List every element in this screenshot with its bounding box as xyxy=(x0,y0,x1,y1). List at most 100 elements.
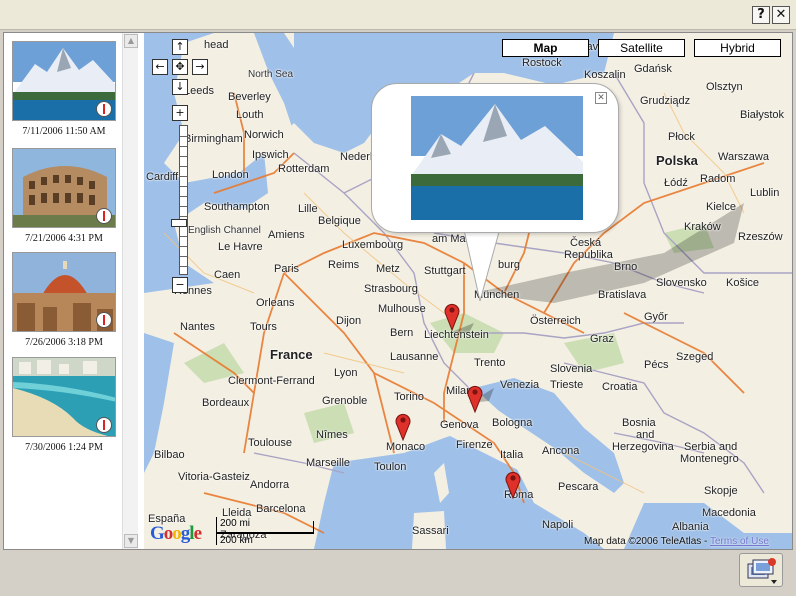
map-label: head xyxy=(204,39,229,51)
pan-up-button[interactable]: ↑ xyxy=(172,39,188,55)
map-label: Caen xyxy=(214,269,241,281)
google-logo-letter: G xyxy=(150,523,165,544)
map-marker-pin[interactable] xyxy=(466,383,484,413)
map-label: Ipswich xyxy=(252,149,289,161)
attribution-text: Map data ©2006 TeleAtlas - xyxy=(584,536,708,547)
photo-thumbnail[interactable] xyxy=(12,41,116,121)
map-label: Bosnia xyxy=(622,417,656,429)
map-label: Rzeszów xyxy=(738,231,783,243)
pan-center-button[interactable]: ✥ xyxy=(172,59,188,75)
terms-of-use-link[interactable]: Terms of Use xyxy=(710,536,769,547)
map-label: Napoli xyxy=(542,519,574,531)
map-label: Nîmes xyxy=(316,429,348,441)
map-label: Olsztyn xyxy=(706,81,743,93)
map-label: Rotterdam xyxy=(278,163,330,175)
map-label: Österreich xyxy=(530,315,581,327)
photo-item[interactable]: 7/30/2006 1:24 PM xyxy=(12,357,116,453)
scroll-down-icon[interactable]: ▼ xyxy=(124,534,138,548)
map-label: Polska xyxy=(656,153,698,168)
map-attribution: Map data ©2006 TeleAtlas - Terms of Use xyxy=(584,536,769,547)
scale-miles: 200 mi xyxy=(220,518,251,529)
compass-icon xyxy=(96,208,112,224)
map-label: Łódź xyxy=(664,177,688,189)
pan-left-button[interactable]: ← xyxy=(152,59,168,75)
map-label: France xyxy=(270,347,313,362)
map-label: Belgique xyxy=(318,215,361,227)
map-marker-pin[interactable] xyxy=(394,411,412,441)
map-type-satellite-button[interactable]: Satellite xyxy=(598,39,685,57)
map-label: Strasbourg xyxy=(364,283,418,295)
map-label: Leeds xyxy=(184,85,214,97)
map-label: Tours xyxy=(250,321,277,333)
map-label: Republika xyxy=(564,249,613,261)
map-label: Trieste xyxy=(550,379,584,391)
map-label: Beverley xyxy=(228,91,271,103)
map-label: Croatia xyxy=(602,381,638,393)
map-label: Grudziądz xyxy=(640,95,691,107)
map-label: Slovenia xyxy=(550,363,593,375)
photo-caption: 7/21/2006 4:31 PM xyxy=(25,233,103,244)
photo-caption: 7/11/2006 11:50 AM xyxy=(22,126,106,137)
map-label: Cardiff xyxy=(146,171,179,183)
map-marker-pin[interactable] xyxy=(443,301,461,331)
map-label: Radom xyxy=(700,173,736,185)
photo-thumbnail[interactable] xyxy=(12,252,116,332)
map-marker-pin[interactable] xyxy=(504,469,522,499)
scale-km: 200 km xyxy=(220,535,253,546)
google-logo-letter: g xyxy=(180,523,190,544)
map-label: Bologna xyxy=(492,417,533,429)
map-view[interactable]: head North Sea Leeds Beverley Louth Birm… xyxy=(144,33,792,549)
help-button[interactable]: ? xyxy=(752,6,770,24)
map-label: Norwich xyxy=(244,129,284,141)
export-menu-button[interactable] xyxy=(739,553,783,587)
map-label: Torino xyxy=(394,391,424,403)
map-label: Firenze xyxy=(456,439,493,451)
zoom-slider-handle[interactable] xyxy=(171,219,187,227)
map-label: Sassari xyxy=(412,525,449,537)
photo-caption: 7/30/2006 1:24 PM xyxy=(25,442,103,453)
photo-thumbnail[interactable] xyxy=(12,148,116,228)
compass-icon xyxy=(96,101,112,117)
map-label: Genova xyxy=(440,419,479,431)
map-label: Szeged xyxy=(676,351,714,363)
map-label: Luxembourg xyxy=(342,239,404,251)
zoom-out-button[interactable]: − xyxy=(172,277,188,293)
photo-thumbnail[interactable] xyxy=(12,357,116,437)
pan-down-button[interactable]: ↓ xyxy=(172,79,188,95)
map-label: Barcelona xyxy=(256,503,306,515)
map-label: Košice xyxy=(726,277,760,289)
map-label: Dijon xyxy=(336,315,362,327)
info-window-photo xyxy=(411,96,583,220)
map-label: Mulhouse xyxy=(378,303,426,315)
map-label: Italia xyxy=(500,449,524,461)
map-type-map-button[interactable]: Map xyxy=(502,39,589,57)
close-button[interactable]: ✕ xyxy=(772,6,790,24)
pan-right-button[interactable]: → xyxy=(192,59,208,75)
photo-item[interactable]: 7/21/2006 4:31 PM xyxy=(12,148,116,244)
map-label: Macedonia xyxy=(702,507,756,519)
map-label: Kraków xyxy=(684,221,721,233)
photo-item[interactable]: 7/11/2006 11:50 AM xyxy=(12,41,116,137)
photo-item[interactable]: 7/26/2006 3:18 PM xyxy=(12,252,116,348)
info-window-close-button[interactable]: ✕ xyxy=(595,92,607,104)
zoom-slider[interactable] xyxy=(179,125,188,275)
map-label: Reims xyxy=(328,259,360,271)
map-label: London xyxy=(212,169,249,181)
map-type-hybrid-button[interactable]: Hybrid xyxy=(694,39,781,57)
compass-icon xyxy=(96,312,112,328)
title-bar: ? ✕ xyxy=(0,0,796,30)
map-label: Louth xyxy=(236,109,264,121)
scroll-up-icon[interactable]: ▲ xyxy=(124,34,138,48)
map-label: Andorra xyxy=(250,479,290,491)
map-label: Bordeaux xyxy=(202,397,250,409)
map-label: Lausanne xyxy=(390,351,439,363)
map-label: Białystok xyxy=(740,109,785,121)
zoom-in-button[interactable]: + xyxy=(172,105,188,121)
map-label: Graz xyxy=(590,333,614,345)
google-logo-letter: o xyxy=(172,523,181,544)
photo-list-scrollbar[interactable]: ▲ ▼ xyxy=(122,33,138,549)
map-label: Warszawa xyxy=(718,151,769,163)
map-label: Ancona xyxy=(542,445,580,457)
map-label: Montenegro xyxy=(680,453,739,465)
map-label: Győr xyxy=(644,311,668,323)
